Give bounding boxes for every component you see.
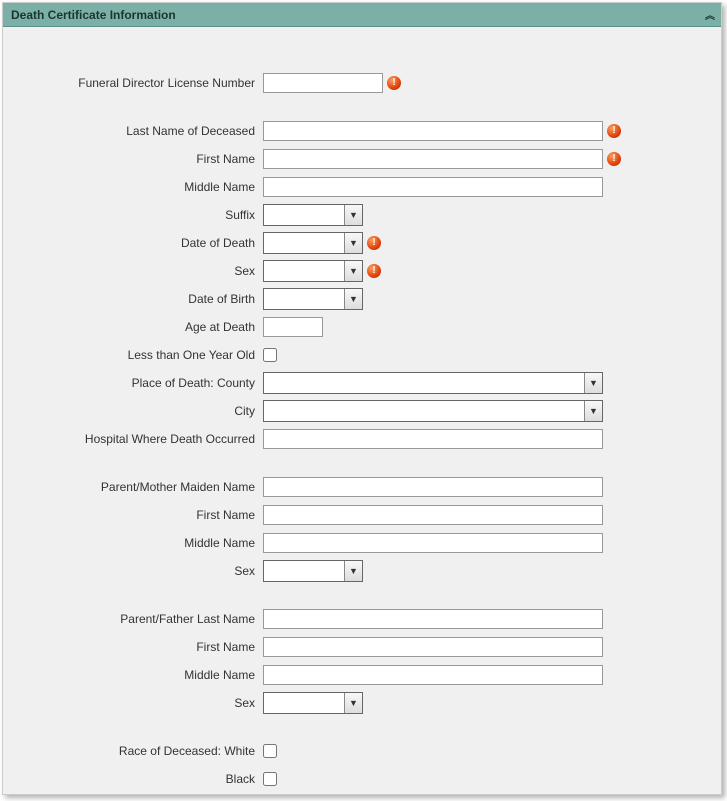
last-name-deceased-input[interactable] <box>263 121 603 141</box>
first-name-deceased-input[interactable] <box>263 149 603 169</box>
chevron-down-icon: ▼ <box>584 401 602 421</box>
chevron-down-icon: ▼ <box>344 561 362 581</box>
middle-name-deceased-input[interactable] <box>263 177 603 197</box>
label-mother-sex: Sex <box>13 564 263 578</box>
date-of-death-select[interactable]: ▼ <box>263 232 363 254</box>
suffix-select[interactable]: ▼ <box>263 204 363 226</box>
panel-title: Death Certificate Information <box>11 8 176 22</box>
date-of-birth-select[interactable]: ▼ <box>263 288 363 310</box>
label-first-name: First Name <box>13 152 263 166</box>
father-last-input[interactable] <box>263 609 603 629</box>
funeral-license-input[interactable] <box>263 73 383 93</box>
hospital-input[interactable] <box>263 429 603 449</box>
mother-sex-select[interactable]: ▼ <box>263 560 363 582</box>
required-icon: ! <box>607 152 621 166</box>
chevron-down-icon: ▼ <box>584 373 602 393</box>
father-sex-select[interactable]: ▼ <box>263 692 363 714</box>
sex-select[interactable]: ▼ <box>263 260 363 282</box>
panel-header[interactable]: Death Certificate Information ︽ <box>3 3 721 27</box>
required-icon: ! <box>367 264 381 278</box>
label-date-of-birth: Date of Birth <box>13 292 263 306</box>
label-age-at-death: Age at Death <box>13 320 263 334</box>
race-white-checkbox[interactable] <box>263 744 277 758</box>
required-icon: ! <box>367 236 381 250</box>
less-than-one-year-checkbox[interactable] <box>263 348 277 362</box>
label-mother-maiden: Parent/Mother Maiden Name <box>13 480 263 494</box>
label-sex: Sex <box>13 264 263 278</box>
label-funeral-license: Funeral Director License Number <box>13 76 263 90</box>
required-icon: ! <box>607 124 621 138</box>
label-father-sex: Sex <box>13 696 263 710</box>
chevron-down-icon: ▼ <box>344 233 362 253</box>
label-mother-first: First Name <box>13 508 263 522</box>
place-of-death-county-select[interactable]: ▼ <box>263 372 603 394</box>
label-place-of-death-county: Place of Death: County <box>13 376 263 390</box>
form-container: Death Certificate Information ︽ Funeral … <box>2 2 722 795</box>
chevron-down-icon: ▼ <box>344 289 362 309</box>
label-last-name-deceased: Last Name of Deceased <box>13 124 263 138</box>
mother-middle-input[interactable] <box>263 533 603 553</box>
label-less-than-one-year: Less than One Year Old <box>13 348 263 362</box>
label-mother-middle: Middle Name <box>13 536 263 550</box>
mother-first-input[interactable] <box>263 505 603 525</box>
label-date-of-death: Date of Death <box>13 236 263 250</box>
age-at-death-input[interactable] <box>263 317 323 337</box>
chevron-down-icon: ▼ <box>344 693 362 713</box>
father-middle-input[interactable] <box>263 665 603 685</box>
label-father-middle: Middle Name <box>13 668 263 682</box>
city-select[interactable]: ▼ <box>263 400 603 422</box>
label-race-black: Black <box>13 772 263 786</box>
label-father-last: Parent/Father Last Name <box>13 612 263 626</box>
label-father-first: First Name <box>13 640 263 654</box>
father-first-input[interactable] <box>263 637 603 657</box>
label-city: City <box>13 404 263 418</box>
chevron-down-icon: ▼ <box>344 261 362 281</box>
label-middle-name: Middle Name <box>13 180 263 194</box>
panel-body: Funeral Director License Number ! Last N… <box>3 27 721 795</box>
mother-maiden-input[interactable] <box>263 477 603 497</box>
label-hospital: Hospital Where Death Occurred <box>13 432 263 446</box>
label-suffix: Suffix <box>13 208 263 222</box>
required-icon: ! <box>387 76 401 90</box>
chevron-down-icon: ▼ <box>344 205 362 225</box>
race-black-checkbox[interactable] <box>263 772 277 786</box>
collapse-icon[interactable]: ︽ <box>705 7 713 22</box>
label-race-white: Race of Deceased: White <box>13 744 263 758</box>
